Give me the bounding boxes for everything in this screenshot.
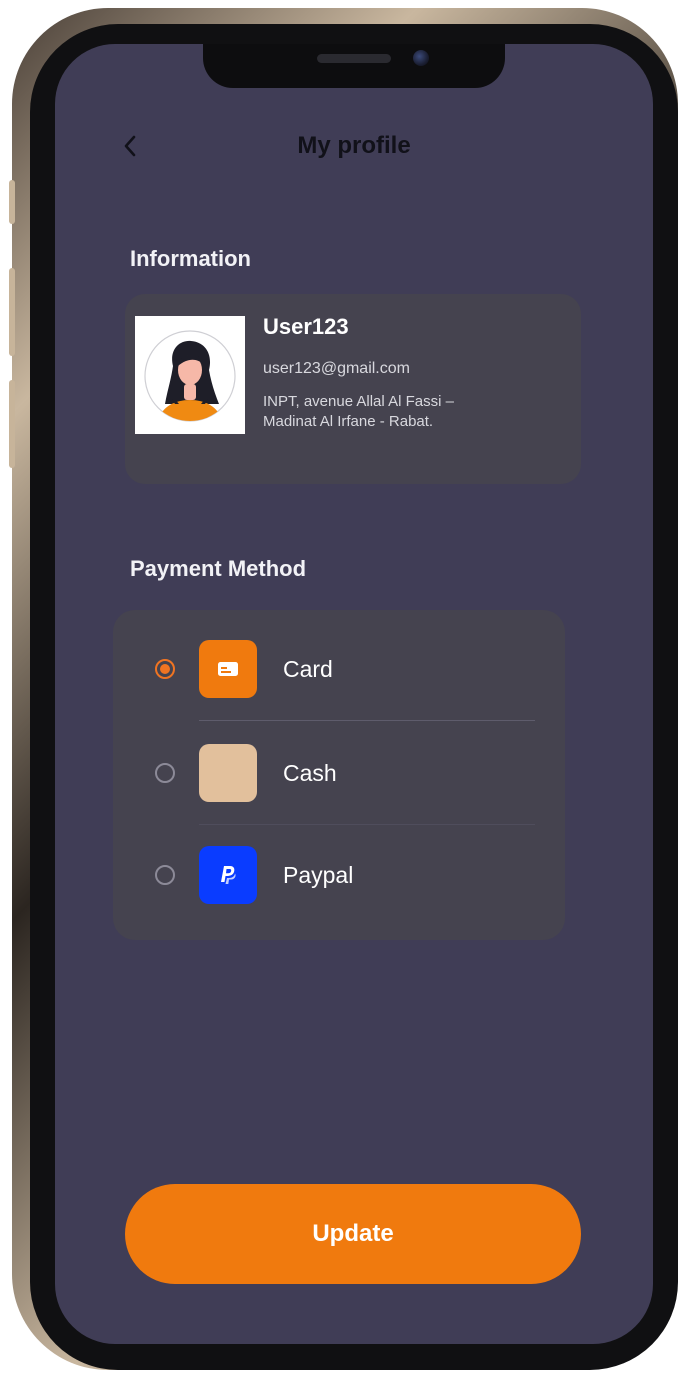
side-button (9, 380, 15, 468)
radio-card[interactable] (155, 659, 175, 679)
update-button[interactable]: Update (125, 1184, 581, 1284)
camera-icon (413, 50, 429, 66)
payment-option-label: Paypal (283, 862, 354, 888)
page-title: My profile (297, 132, 411, 159)
phone-screen: My profile Information User123 user123@g… (55, 44, 653, 1344)
profile-info-card: User123 user123@gmail.com INPT, avenue A… (125, 294, 581, 484)
radio-paypal[interactable] (155, 865, 175, 885)
payment-option-label: Cash (283, 760, 337, 786)
user-avatar-icon (144, 330, 236, 422)
payment-section-title: Payment Method (130, 556, 307, 581)
payment-option-card[interactable]: Card (113, 640, 565, 704)
radio-cash[interactable] (155, 763, 175, 783)
information-section-title: Information (130, 246, 251, 271)
payment-method-card: Card Cash Paypal (113, 610, 565, 940)
user-email: user123@gmail.com (263, 360, 410, 377)
card-icon (199, 640, 257, 698)
payment-option-label: Card (283, 656, 333, 682)
paypal-icon (199, 846, 257, 904)
notch (203, 44, 505, 88)
side-button (9, 180, 15, 224)
user-address: INPT, avenue Allal Al Fassi – Madinat Al… (263, 393, 454, 430)
payment-option-paypal[interactable]: Paypal (113, 846, 565, 910)
divider (199, 720, 535, 721)
payment-option-cash[interactable]: Cash (113, 744, 565, 808)
avatar (135, 316, 245, 434)
side-button (9, 268, 15, 356)
user-name: User123 (263, 314, 349, 339)
cash-icon (199, 744, 257, 802)
divider (199, 824, 535, 825)
speaker-grille (317, 54, 391, 63)
